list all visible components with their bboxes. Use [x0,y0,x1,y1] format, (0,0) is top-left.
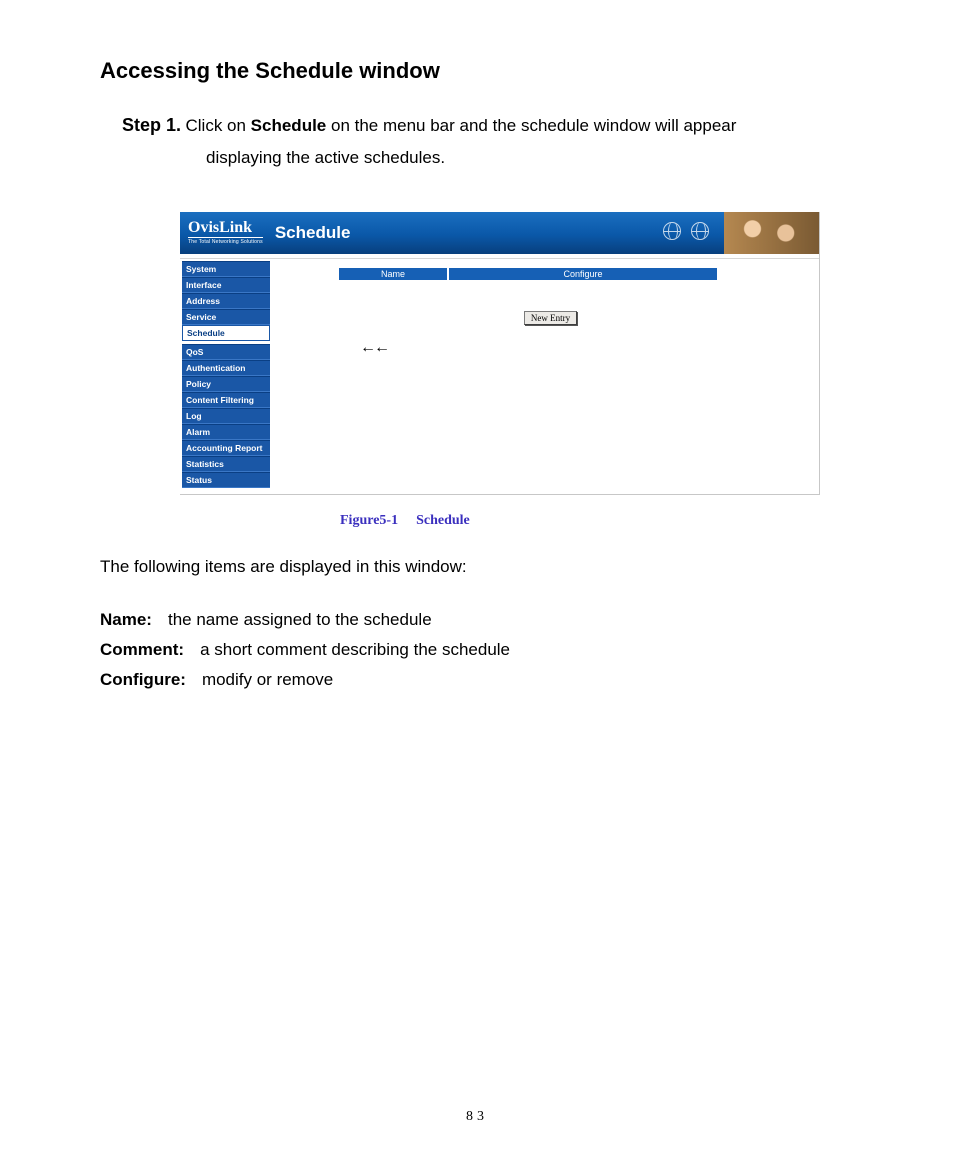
sidebar-item-interface[interactable]: Interface [182,277,270,293]
figure: OvisLink The Total Networking Solutions … [180,212,854,529]
step-bold-schedule: Schedule [251,116,327,135]
page-title: Accessing the Schedule window [100,58,854,84]
sidebar-item-schedule[interactable]: Schedule [182,325,270,341]
sidebar-item-log[interactable]: Log [182,408,270,424]
globe-icons [663,222,709,240]
step-label: Step 1. [122,115,181,135]
field-value: the name assigned to the schedule [168,610,432,629]
main-pane: Name Configure New Entry [272,259,819,494]
logo: OvisLink The Total Networking Solutions [188,221,263,245]
app-header: OvisLink The Total Networking Solutions … [180,212,819,254]
sidebar-item-qos[interactable]: QoS [182,344,270,360]
step-prefix: Click on [185,116,250,135]
sidebar-item-statistics[interactable]: Statistics [182,456,270,472]
sidebar-item-alarm[interactable]: Alarm [182,424,270,440]
globe-icon [663,222,681,240]
sidebar-item-accounting-report[interactable]: Accounting Report [182,440,270,456]
app-window: OvisLink The Total Networking Solutions … [180,212,820,495]
field-key: Name: [100,610,152,629]
step-text-line2: displaying the active schedules. [206,144,854,172]
logo-text: OvisLink [188,221,263,238]
sidebar: System Interface Address Service Schedul… [180,259,272,494]
table-header-name: Name [338,267,448,281]
step-block: Step 1. Click on Schedule on the menu ba… [122,112,854,172]
table-header-row: Name Configure [338,267,718,281]
sidebar-item-policy[interactable]: Policy [182,376,270,392]
sidebar-item-service[interactable]: Service [182,309,270,325]
sidebar-item-address[interactable]: Address [182,293,270,309]
field-value: a short comment describing the schedule [200,640,510,659]
sidebar-item-system[interactable]: System [182,261,270,277]
field-value: modify or remove [202,670,333,689]
step-text-line1: Click on Schedule on the menu bar and th… [185,116,736,135]
pointer-arrow-icon: ←← [360,339,388,357]
step-suffix: on the menu bar and the schedule window … [326,116,736,135]
field-line-name: Name: the name assigned to the schedule [100,605,854,635]
caption-number: Figure5-1 [340,513,398,528]
app-body: System Interface Address Service Schedul… [180,259,819,494]
logo-subtext: The Total Networking Solutions [188,239,263,245]
new-entry-button[interactable]: New Entry [524,311,577,325]
figure-caption: Figure5-1 Schedule [340,513,854,529]
sidebar-item-status[interactable]: Status [182,472,270,488]
field-line-comment: Comment: a short comment describing the s… [100,635,854,665]
description-intro: The following items are displayed in thi… [100,557,854,577]
button-row: New Entry [292,311,809,325]
globe-icon [691,222,709,240]
page-number: 83 [0,1109,954,1125]
header-photo [724,212,819,254]
header-title: Schedule [275,223,351,243]
field-key: Comment: [100,640,184,659]
field-line-configure: Configure: modify or remove [100,665,854,695]
field-key: Configure: [100,670,186,689]
table-header-configure: Configure [448,267,718,281]
caption-title: Schedule [416,513,470,528]
sidebar-item-authentication[interactable]: Authentication [182,360,270,376]
sidebar-item-content-filtering[interactable]: Content Filtering [182,392,270,408]
